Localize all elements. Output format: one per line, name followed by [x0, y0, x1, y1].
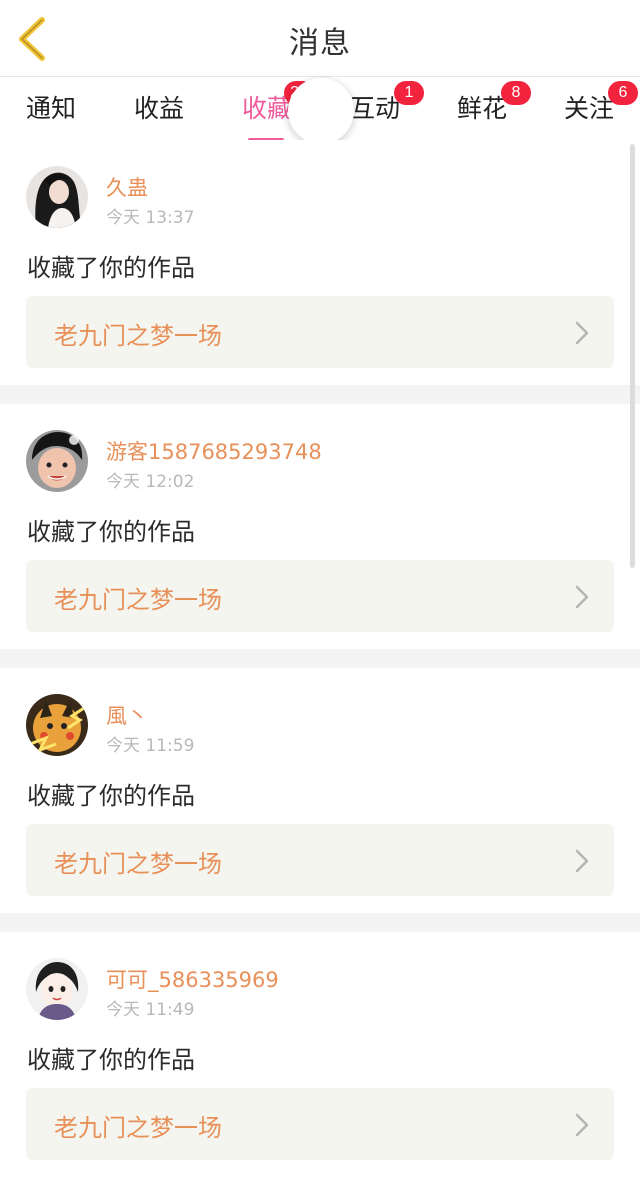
timestamp: 今天 11:59 — [106, 736, 195, 756]
list-item: 可可_586335969 今天 11:49 收藏了你的作品 老九门之梦一场 — [0, 932, 640, 1177]
tab-label: 互动 — [350, 94, 401, 123]
tab-notifications[interactable]: 通知 — [26, 89, 76, 129]
tab-flowers[interactable]: 鲜花 8 — [457, 81, 531, 129]
tab-earnings[interactable]: 收益 — [134, 89, 184, 129]
chevron-right-icon — [575, 585, 589, 609]
divider — [0, 385, 640, 404]
avatar[interactable] — [26, 694, 88, 756]
favorites-list: 久蛊 今天 13:37 收藏了你的作品 老九门之梦一场 游客1587685293 — [0, 140, 640, 1177]
work-link[interactable]: 老九门之梦一场 — [26, 560, 614, 632]
work-title: 老九门之梦一场 — [54, 586, 222, 614]
work-link[interactable]: 老九门之梦一场 — [26, 824, 614, 896]
avatar[interactable] — [26, 958, 88, 1020]
tab-badge: 6 — [608, 81, 638, 105]
app-header: 消息 — [0, 0, 640, 77]
username[interactable]: 風丶 — [106, 700, 148, 730]
tab-interactions[interactable]: 互动 1 — [350, 81, 424, 129]
tab-label: 鲜花 — [457, 94, 508, 123]
action-text: 收藏了你的作品 — [27, 1046, 195, 1074]
scrollbar[interactable] — [630, 144, 635, 568]
work-title: 老九门之梦一场 — [54, 1114, 222, 1142]
tab-favorites[interactable]: 收藏 20 — [242, 81, 314, 142]
list-item: 游客1587685293748 今天 12:02 收藏了你的作品 老九门之梦一场 — [0, 404, 640, 649]
tab-label: 收益 — [134, 94, 185, 123]
divider — [0, 649, 640, 668]
avatar[interactable] — [26, 430, 88, 492]
touch-indicator — [288, 78, 354, 144]
tab-badge: 1 — [394, 81, 424, 105]
tab-label: 通知 — [26, 94, 77, 123]
action-text: 收藏了你的作品 — [27, 518, 195, 546]
page-title: 消息 — [289, 26, 351, 61]
work-link[interactable]: 老九门之梦一场 — [26, 1088, 614, 1160]
list-item: 風丶 今天 11:59 收藏了你的作品 老九门之梦一场 — [0, 668, 640, 913]
tab-follows[interactable]: 关注 6 — [564, 81, 638, 129]
work-title: 老九门之梦一场 — [54, 322, 222, 350]
timestamp: 今天 11:49 — [106, 1000, 195, 1020]
divider — [0, 913, 640, 932]
timestamp: 今天 13:37 — [106, 208, 195, 228]
tab-label: 关注 — [564, 94, 615, 123]
action-text: 收藏了你的作品 — [27, 782, 195, 810]
avatar[interactable] — [26, 166, 88, 228]
list-item: 久蛊 今天 13:37 收藏了你的作品 老九门之梦一场 — [0, 140, 640, 385]
chevron-right-icon — [575, 849, 589, 873]
work-link[interactable]: 老九门之梦一场 — [26, 296, 614, 368]
timestamp: 今天 12:02 — [106, 472, 195, 492]
action-text: 收藏了你的作品 — [27, 254, 195, 282]
username[interactable]: 可可_586335969 — [106, 964, 279, 994]
chevron-right-icon — [575, 321, 589, 345]
work-title: 老九门之梦一场 — [54, 850, 222, 878]
chevron-right-icon — [575, 1113, 589, 1137]
username[interactable]: 游客1587685293748 — [106, 436, 322, 466]
tab-badge: 8 — [501, 81, 531, 105]
username[interactable]: 久蛊 — [106, 172, 148, 202]
